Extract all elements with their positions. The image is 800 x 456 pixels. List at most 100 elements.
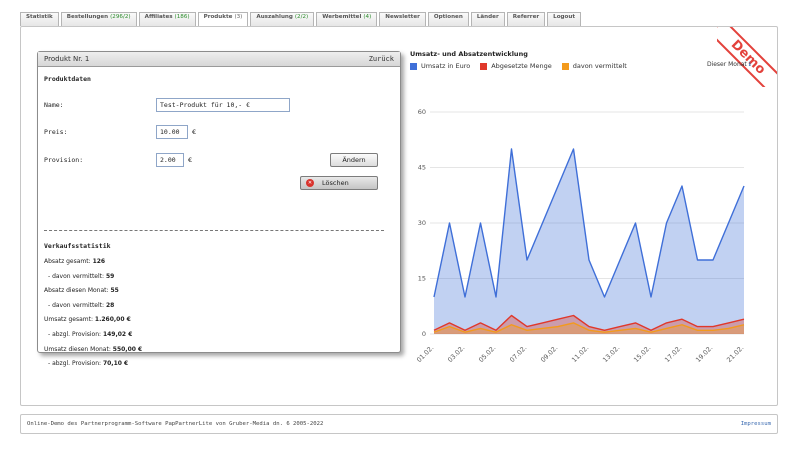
y-tick-label: 45 xyxy=(418,164,426,172)
legend-label: davon vermittelt xyxy=(572,62,627,70)
stat-row: - davon vermittelt: 59 xyxy=(48,273,114,280)
month-selector[interactable]: Dieser Monat ℹ xyxy=(707,61,751,68)
tab-count: (3) xyxy=(234,14,243,20)
stat-row: - abzgl. Provision: 149,02 € xyxy=(48,331,132,338)
product-panel-header: Produkt Nr. 1 Zurück xyxy=(38,52,400,67)
tab-label: Bestellungen xyxy=(66,14,109,20)
imprint-link[interactable]: Impressum xyxy=(741,421,771,427)
x-tick-label: 15.02. xyxy=(632,344,652,364)
tab-label: Optionen xyxy=(433,14,463,20)
tab-label: Referrer xyxy=(512,14,540,20)
x-tick-label: 01.02. xyxy=(415,344,435,364)
stat-label: Absatz diesen Monat: xyxy=(44,287,109,295)
tab-label: Newsletter xyxy=(385,14,420,20)
stat-value: 59 xyxy=(105,272,115,280)
tab-werbemittel[interactable]: Werbemittel (4) xyxy=(316,12,378,26)
change-button[interactable]: Ändern xyxy=(330,153,378,167)
x-tick-label: 11.02. xyxy=(570,344,590,364)
tab-label: Produkte xyxy=(203,14,233,20)
name-label: Name: xyxy=(44,101,64,109)
tab-label: Länder xyxy=(476,14,499,20)
tab-auszahlung[interactable]: Auszahlung (2/2) xyxy=(250,12,315,26)
stat-label: - abzgl. Provision: xyxy=(48,360,102,368)
stat-label: - davon vermittelt: xyxy=(48,301,105,309)
tab-newsletter[interactable]: Newsletter xyxy=(379,12,426,26)
price-unit: € xyxy=(192,128,197,136)
x-tick-label: 19.02. xyxy=(694,344,714,364)
tab-count: (2/2) xyxy=(294,14,309,20)
tab-count: (4) xyxy=(363,14,372,20)
legend-swatch xyxy=(410,62,417,70)
legend-swatch xyxy=(561,62,569,70)
product-data-heading: Produktdaten xyxy=(44,75,91,83)
legend-label: Abgesetzte Menge xyxy=(491,62,552,70)
stat-value: 1.260,00 € xyxy=(94,316,131,324)
x-tick-label: 09.02. xyxy=(539,344,559,364)
stat-value: 149,02 € xyxy=(102,331,133,338)
stat-row: Umsatz gesamt: 1.260,00 € xyxy=(44,316,131,323)
legend-item: Abgesetzte Menge xyxy=(480,62,552,70)
stat-row: Umsatz diesen Monat: 550,00 € xyxy=(44,346,142,353)
tab-label: Auszahlung xyxy=(256,14,293,20)
divider xyxy=(44,230,384,231)
chart-legend: Umsatz in Euro Abgesetzte Menge davon verm… xyxy=(410,62,637,70)
stat-row: - abzgl. Provision: 70,10 € xyxy=(48,360,128,367)
price-field[interactable]: 10.00 xyxy=(156,125,188,139)
x-tick-label: 13.02. xyxy=(601,344,621,364)
stat-value: 550,00 € xyxy=(112,345,143,353)
footer-text: Online-Demo des Partnerprogramm-Software… xyxy=(27,421,324,427)
delete-button[interactable]: ✕ Löschen xyxy=(300,176,378,190)
tab-statistik[interactable]: Statistik xyxy=(20,12,59,26)
footer: Online-Demo des Partnerprogramm-Software… xyxy=(20,414,778,434)
name-field[interactable]: Test-Produkt für 10,- € xyxy=(156,98,290,112)
main-tabs: Statistik Bestellungen (296/2) Affiliates … xyxy=(20,12,583,27)
stat-label: Umsatz diesen Monat: xyxy=(44,345,111,353)
tab-label: Affiliates xyxy=(144,14,173,20)
x-tick-label: 17.02. xyxy=(663,344,683,364)
x-tick-label: 07.02. xyxy=(508,344,528,364)
stat-label: - abzgl. Provision: xyxy=(48,331,102,338)
tab-label: Logout xyxy=(553,14,576,20)
commission-label: Provision: xyxy=(44,156,84,164)
delete-button-label: Löschen xyxy=(322,179,349,187)
series-area xyxy=(434,149,744,334)
tab-label: Werbemittel xyxy=(322,14,362,20)
legend-swatch xyxy=(480,62,488,70)
legend-item: Umsatz in Euro xyxy=(410,62,470,70)
sales-stats-heading: Verkaufsstatistik xyxy=(44,242,111,250)
commission-unit: € xyxy=(188,156,193,164)
tab-referrer[interactable]: Referrer xyxy=(506,12,546,26)
tab-bestellungen[interactable]: Bestellungen (296/2) xyxy=(60,12,137,26)
y-tick-label: 15 xyxy=(418,275,426,283)
y-tick-label: 60 xyxy=(418,108,426,116)
demo-ribbon: Demo xyxy=(717,27,777,87)
stat-row: Absatz gesamt: 126 xyxy=(44,258,105,265)
sales-chart: 0 15 30 45 60 01.02. 03.02. 05.02. 07.02. 09.02. 1… xyxy=(415,108,745,364)
tab-count: (186) xyxy=(174,14,190,20)
stat-row: - davon vermittelt: 28 xyxy=(48,302,114,309)
tab-logout[interactable]: Logout xyxy=(547,12,582,26)
stat-value: 70,10 € xyxy=(102,360,129,368)
tab-count: (296/2) xyxy=(110,14,131,20)
tab-länder[interactable]: Länder xyxy=(470,12,505,26)
demo-badge: Demo xyxy=(717,27,777,87)
legend-label: Umsatz in Euro xyxy=(421,62,471,70)
stat-value: 126 xyxy=(92,258,106,265)
stat-value: 28 xyxy=(105,301,115,309)
y-tick-label: 30 xyxy=(418,219,426,227)
x-tick-label: 05.02. xyxy=(477,344,497,364)
tab-affiliates[interactable]: Affiliates (186) xyxy=(138,12,196,26)
tab-optionen[interactable]: Optionen xyxy=(427,12,469,26)
month-label: Dieser Monat xyxy=(706,61,747,68)
commission-field[interactable]: 2.00 xyxy=(156,153,184,167)
stat-label: - davon vermittelt: xyxy=(48,272,105,280)
info-icon: ℹ xyxy=(748,61,751,68)
tab-produkte[interactable]: Produkte (3) xyxy=(197,12,249,27)
tab-label: Statistik xyxy=(26,14,53,20)
price-label: Preis: xyxy=(44,128,68,136)
product-panel: Produkt Nr. 1 Zurück Produktdaten Name: … xyxy=(37,51,401,367)
stat-label: Umsatz gesamt: xyxy=(44,316,93,324)
legend-item: davon vermittelt xyxy=(561,62,627,70)
back-link[interactable]: Zurück xyxy=(369,55,394,63)
product-title: Produkt Nr. 1 xyxy=(44,55,90,63)
